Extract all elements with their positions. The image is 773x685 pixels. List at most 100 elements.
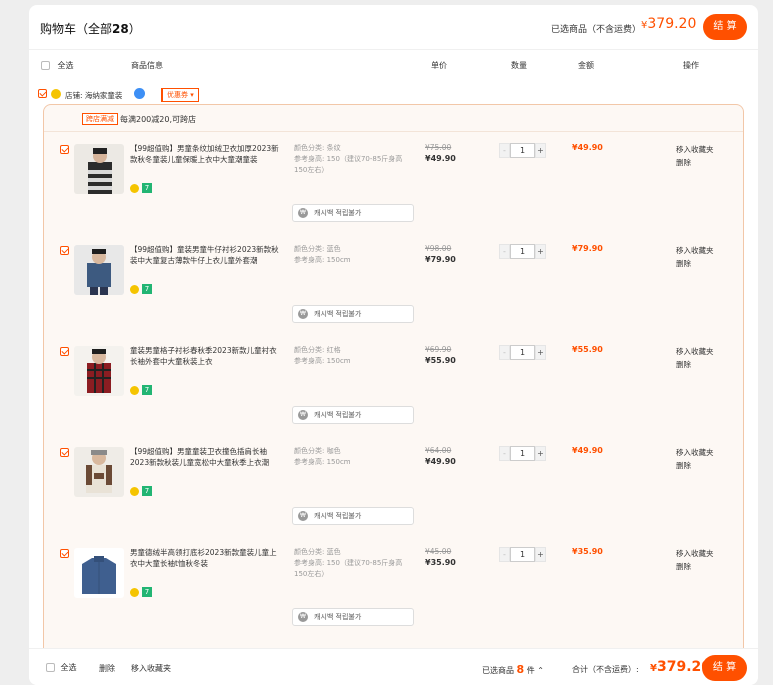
item-checkbox[interactable]: [60, 549, 69, 558]
checkout-button-top[interactable]: 结 算: [703, 14, 747, 40]
item-total: ¥55.90: [572, 345, 603, 354]
unit-price: ¥49.90: [425, 154, 456, 163]
cashback-icon: ₩: [298, 511, 308, 521]
cashback-icon: ₩: [298, 410, 308, 420]
footer-select-all[interactable]: 全选: [46, 662, 77, 673]
cashback-button[interactable]: ₩ 캐시백 적립불가: [292, 406, 414, 424]
minus-icon[interactable]: -: [499, 143, 510, 158]
plus-icon[interactable]: +: [535, 345, 546, 360]
product-image[interactable]: [74, 245, 124, 295]
cart-item: 童装男童格子衬衫春秋季2023新款儿童衬衣长袖外套中大童秋装上衣 7 颜色分类:…: [44, 334, 743, 434]
footer-selected-count[interactable]: 已选商品 8 件 ⌃: [482, 663, 544, 676]
product-attrs[interactable]: 颜色分类: 咖色 参考身高: 150cm: [294, 446, 414, 468]
unit-price: ¥49.90: [425, 457, 456, 466]
plus-icon[interactable]: +: [535, 547, 546, 562]
product-name[interactable]: 童装男童格子衬衫春秋季2023新款儿童衬衣长袖外套中大童秋装上衣: [130, 345, 280, 367]
quantity-stepper: -1 +: [499, 446, 547, 461]
quantity-input[interactable]: 1: [510, 345, 535, 360]
col-unit-price: 单价: [431, 61, 447, 70]
shop-items-box: 跨店满减 每满200减20,可跨店 【99超值购】男童条纹加绒卫衣加厚2023新…: [43, 104, 744, 664]
item-actions: 移入收藏夹 删除: [676, 345, 714, 371]
item-actions: 移入收藏夹 删除: [676, 143, 714, 169]
product-attrs[interactable]: 颜色分类: 条纹 参考身高: 150（建议70-85斤身高150左右）: [294, 143, 414, 176]
item-actions: 移入收藏夹 删除: [676, 547, 714, 573]
badge-icon: [130, 183, 139, 193]
move-to-fav-link[interactable]: 移入收藏夹: [676, 345, 714, 358]
item-total: ¥79.90: [572, 244, 603, 253]
minus-icon[interactable]: -: [499, 547, 510, 562]
product-tags: 7: [130, 486, 152, 496]
product-name[interactable]: 男童德绒半高领打底衫2023新款童装儿童上衣中大童长袖t恤秋冬装: [130, 547, 280, 569]
selected-label: 已选商品（不含运费）: [551, 25, 642, 35]
quantity-input[interactable]: 1: [510, 547, 535, 562]
product-image[interactable]: [74, 447, 124, 497]
cashback-button[interactable]: ₩ 캐시백 적립불가: [292, 305, 414, 323]
plus-icon[interactable]: +: [535, 143, 546, 158]
delete-link[interactable]: 删除: [676, 459, 714, 472]
seven-day-return-icon: 7: [142, 486, 152, 496]
badge-icon: [130, 385, 139, 395]
minus-icon[interactable]: -: [499, 345, 510, 360]
checkbox-icon[interactable]: [46, 663, 55, 672]
product-tags: 7: [130, 183, 152, 193]
checkbox-icon[interactable]: [41, 61, 50, 70]
move-to-fav-link[interactable]: 移入收藏夹: [676, 244, 714, 257]
coupon-button[interactable]: 优惠券 ▾: [161, 88, 199, 102]
move-to-fav-link[interactable]: 移入收藏夹: [676, 547, 714, 560]
select-all-header[interactable]: 全选: [41, 60, 74, 71]
product-name[interactable]: 【99超值购】童装男童牛仔衬衫2023新款秋装中大童复古薄款牛仔上衣儿童外套潮: [130, 244, 280, 266]
cashback-icon: ₩: [298, 208, 308, 218]
footer-move-to-fav[interactable]: 移入收藏夹: [131, 663, 171, 674]
quantity-input[interactable]: 1: [510, 244, 535, 259]
promo-badge: 跨店满减: [82, 113, 118, 125]
minus-icon[interactable]: -: [499, 244, 510, 259]
product-image[interactable]: [74, 346, 124, 396]
cashback-icon: ₩: [298, 612, 308, 622]
chevron-up-icon: 件 ⌃: [526, 666, 544, 675]
seven-day-return-icon: 7: [142, 284, 152, 294]
col-amount: 金额: [578, 61, 594, 70]
cashback-button[interactable]: ₩ 캐시백 적립불가: [292, 204, 414, 222]
delete-link[interactable]: 删除: [676, 358, 714, 371]
product-name[interactable]: 【99超值购】男童童装卫衣撞色插肩长袖2023新款秋装儿童宽松中大童秋季上衣潮: [130, 446, 280, 468]
product-attrs[interactable]: 颜色分类: 蓝色 参考身高: 150cm: [294, 244, 414, 266]
delete-link[interactable]: 删除: [676, 257, 714, 270]
col-actions: 操作: [683, 61, 699, 70]
delete-link[interactable]: 删除: [676, 560, 714, 573]
shop-avatar-icon: [51, 89, 61, 99]
quantity-stepper: -1 +: [499, 345, 547, 360]
wangwang-icon[interactable]: [134, 88, 145, 99]
product-image[interactable]: [74, 548, 124, 598]
cashback-button[interactable]: ₩ 캐시백 적립불가: [292, 507, 414, 525]
move-to-fav-link[interactable]: 移入收藏夹: [676, 143, 714, 156]
cart-count: 28: [112, 22, 129, 36]
plus-icon[interactable]: +: [535, 446, 546, 461]
badge-icon: [130, 486, 139, 496]
cart-footer: 全选 删除 移入收藏夹 已选商品 8 件 ⌃ 合计（不含运费）: ¥379.20…: [29, 648, 758, 685]
cashback-button[interactable]: ₩ 캐시백 적립불가: [292, 608, 414, 626]
footer-delete[interactable]: 删除: [99, 663, 115, 674]
footer-total-label: 合计（不含运费）:: [572, 665, 639, 674]
plus-icon[interactable]: +: [535, 244, 546, 259]
item-checkbox[interactable]: [60, 145, 69, 154]
item-checkbox[interactable]: [60, 246, 69, 255]
product-image[interactable]: [74, 144, 124, 194]
checkout-button-bottom[interactable]: 结 算: [702, 655, 747, 681]
shop-checkbox[interactable]: [38, 89, 47, 98]
shop-name[interactable]: 店铺: 海纳家童装: [65, 90, 122, 101]
quantity-input[interactable]: 1: [510, 446, 535, 461]
move-to-fav-link[interactable]: 移入收藏夹: [676, 446, 714, 459]
page-title: 购物车（全部28）: [40, 22, 141, 36]
cart-header: 购物车（全部28） 已选商品（不含运费） ¥379.20 结 算: [29, 5, 758, 50]
product-name[interactable]: 【99超值购】男童条纹加绒卫衣加厚2023新款秋冬童装儿童保暖上衣中大童潮童装: [130, 143, 280, 165]
quantity-input[interactable]: 1: [510, 143, 535, 158]
item-checkbox[interactable]: [60, 448, 69, 457]
minus-icon[interactable]: -: [499, 446, 510, 461]
original-price: ¥75.00: [425, 143, 452, 152]
cart-item: 男童德绒半高领打底衫2023新款童装儿童上衣中大童长袖t恤秋冬装 7 颜色分类:…: [44, 536, 743, 636]
item-checkbox[interactable]: [60, 347, 69, 356]
product-attrs[interactable]: 颜色分类: 蓝色 参考身高: 150（建议70-85斤身高150左右）: [294, 547, 414, 580]
product-attrs[interactable]: 颜色分类: 红格 参考身高: 150cm: [294, 345, 414, 367]
delete-link[interactable]: 删除: [676, 156, 714, 169]
unit-price: ¥35.90: [425, 558, 456, 567]
